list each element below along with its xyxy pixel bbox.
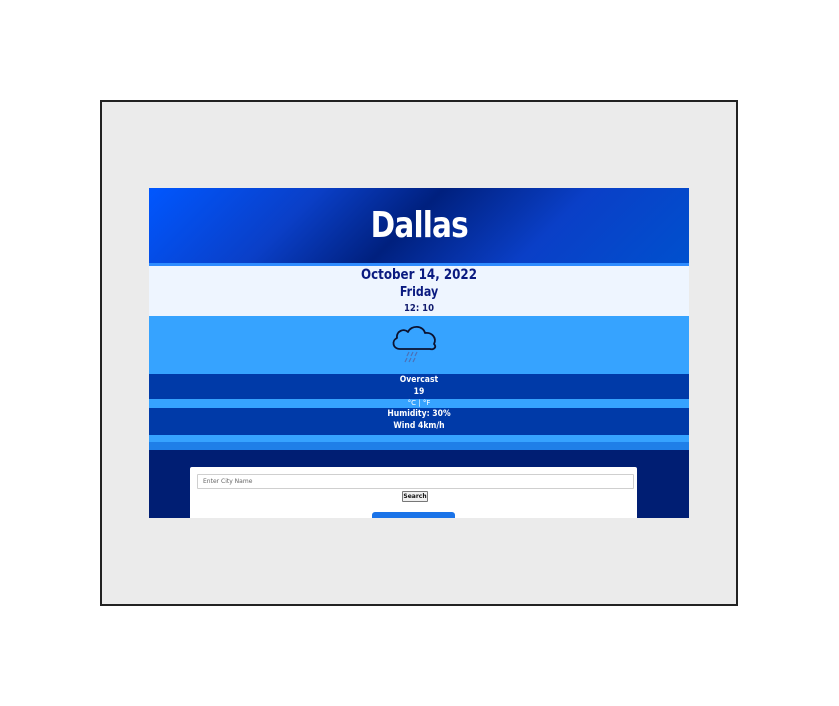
- search-button[interactable]: Search: [402, 491, 428, 502]
- humidity: Humidity: 30%: [387, 409, 451, 419]
- city-search-input[interactable]: [197, 474, 634, 489]
- current-date: October 14, 2022: [361, 267, 477, 283]
- current-time: 12: 10: [403, 303, 435, 314]
- temperature-units[interactable]: °C | °F: [149, 399, 689, 408]
- browser-frame: Dallas October 14, 2022 Friday 12: 10 Ov…: [100, 100, 738, 606]
- date-section: October 14, 2022 Friday 12: 10: [149, 266, 689, 316]
- header: Dallas: [149, 188, 689, 263]
- city-name: Dallas: [370, 205, 468, 246]
- divider-strip: [149, 442, 689, 450]
- location-button[interactable]: [372, 512, 455, 518]
- condition-section: Overcast 19: [149, 374, 689, 399]
- weather-condition: Overcast: [399, 375, 439, 385]
- rain-cloud-icon: [392, 325, 437, 363]
- search-panel: Search: [190, 467, 637, 518]
- current-day: Friday: [399, 285, 439, 300]
- weather-icon-section: [149, 316, 689, 374]
- temperature-value: 19: [413, 387, 425, 397]
- divider-strip: [149, 435, 689, 442]
- details-section: Humidity: 30% Wind 4km/h: [149, 408, 689, 435]
- weather-app: Dallas October 14, 2022 Friday 12: 10 Ov…: [149, 188, 689, 518]
- unit-toggle-bar[interactable]: °C | °F: [149, 399, 689, 408]
- wind-speed: Wind 4km/h: [393, 421, 445, 431]
